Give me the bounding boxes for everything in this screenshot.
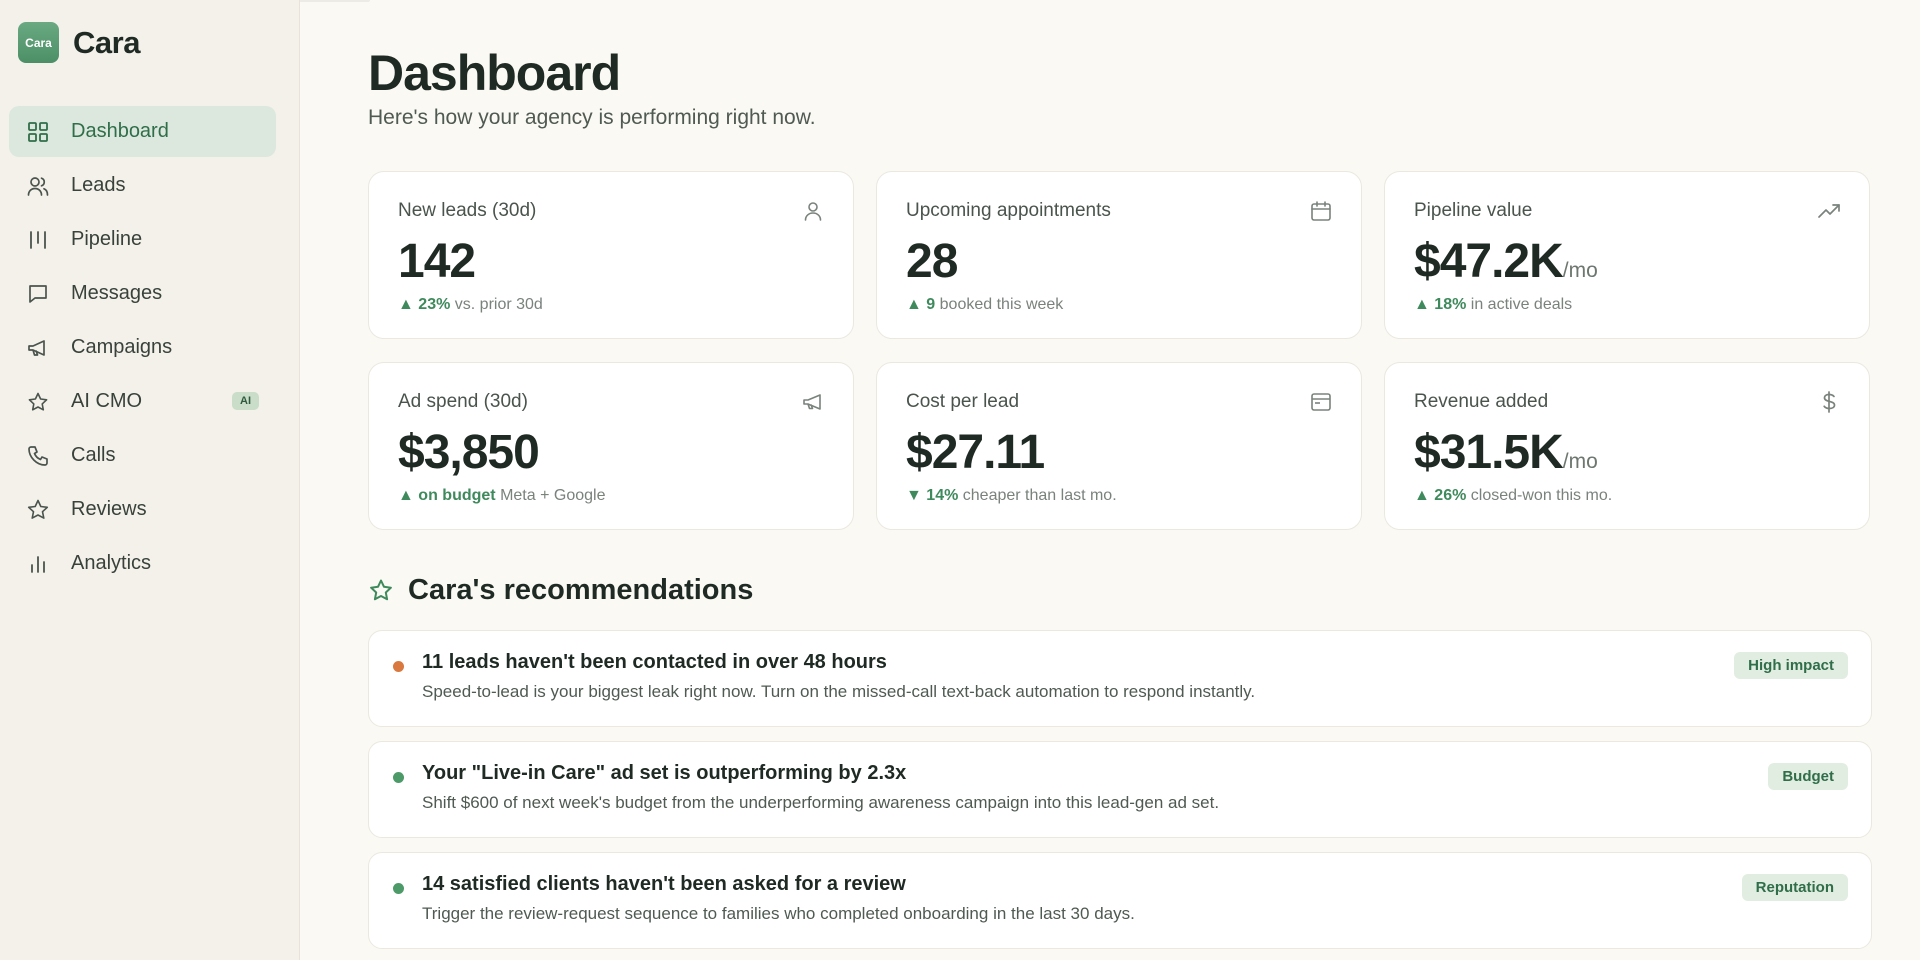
- stat-trend: ▲ 23% vs. prior 30d: [398, 296, 543, 313]
- recommendation-tag: Budget: [1768, 763, 1848, 790]
- stat-label: Revenue added: [1414, 391, 1549, 412]
- megaphone-icon: [27, 337, 49, 359]
- calendar-icon: [1309, 199, 1333, 223]
- page-subtitle: Here's how your agency is performing rig…: [368, 106, 816, 129]
- stat-label: Upcoming appointments: [906, 200, 1111, 221]
- sidebar-item-label: Calls: [71, 444, 116, 466]
- message-icon: [27, 283, 49, 305]
- sidebar-item-reviews[interactable]: Reviews: [9, 484, 276, 535]
- brand[interactable]: Cara Cara: [18, 22, 140, 63]
- bar-chart-icon: [27, 553, 49, 575]
- sidebar-item-ai-cmo[interactable]: AI CMO AI: [9, 376, 276, 427]
- user-icon: [801, 199, 825, 223]
- recommendation-card[interactable]: 11 leads haven't been contacted in over …: [368, 630, 1872, 727]
- recommendations-title: Cara's recommendations: [408, 574, 754, 606]
- sidebar-item-dashboard[interactable]: Dashboard: [9, 106, 276, 157]
- sidebar-item-campaigns[interactable]: Campaigns: [9, 322, 276, 373]
- sidebar-item-label: AI CMO: [71, 390, 143, 412]
- star-icon: [368, 578, 394, 604]
- stat-card-new-leads[interactable]: New leads (30d) 142 ▲ 23% vs. prior 30d: [368, 171, 854, 339]
- recommendation-title: 14 satisfied clients haven't been asked …: [422, 873, 906, 895]
- priority-dot: [393, 883, 404, 894]
- users-icon: [27, 175, 49, 197]
- trending-up-icon: [1817, 199, 1841, 223]
- stat-card-pipeline-value[interactable]: Pipeline value $47.2K/mo ▲ 18% in active…: [1384, 171, 1870, 339]
- stat-value: 28: [906, 235, 958, 288]
- recommendation-tag: High impact: [1734, 652, 1848, 679]
- stat-card-ad-spend[interactable]: Ad spend (30d) $3,850 ▲ on budget Meta +…: [368, 362, 854, 530]
- recommendation-body: Trigger the review-request sequence to f…: [422, 904, 1135, 923]
- megaphone-icon: [801, 390, 825, 414]
- recommendation-tag: Reputation: [1741, 874, 1848, 901]
- dollar-icon: [1817, 390, 1841, 414]
- sidebar-item-label: Campaigns: [71, 336, 173, 358]
- recommendation-body: Speed-to-lead is your biggest leak right…: [422, 682, 1256, 701]
- star-icon: [27, 391, 49, 413]
- priority-dot: [393, 661, 404, 672]
- sidebar-item-analytics[interactable]: Analytics: [9, 538, 276, 589]
- sidebar-item-label: Dashboard: [71, 120, 169, 142]
- stat-trend: ▲ on budget Meta + Google: [398, 487, 606, 504]
- page-title: Dashboard: [368, 45, 621, 101]
- sidebar-item-label: Reviews: [71, 498, 147, 520]
- stat-label: Ad spend (30d): [398, 391, 528, 412]
- sidebar-item-label: Pipeline: [71, 228, 143, 250]
- stat-card-cost-per-lead[interactable]: Cost per lead $27.11 ▼ 14% cheaper than …: [876, 362, 1362, 530]
- ai-badge: AI: [232, 392, 259, 410]
- stat-value: $3,850: [398, 426, 540, 479]
- stat-trend: ▼ 14% cheaper than last mo.: [906, 487, 1117, 504]
- sidebar-item-label: Analytics: [71, 552, 152, 574]
- recommendation-title: 11 leads haven't been contacted in over …: [422, 651, 887, 673]
- card-icon: [1309, 390, 1333, 414]
- brand-name: Cara: [73, 24, 140, 60]
- columns-icon: [27, 229, 49, 251]
- recommendation-card[interactable]: 14 satisfied clients haven't been asked …: [368, 852, 1872, 949]
- stat-trend: ▲ 18% in active deals: [1414, 296, 1573, 313]
- sidebar: Cara Cara Dashboard Leads Pipeline Messa…: [0, 0, 300, 960]
- sidebar-item-messages[interactable]: Messages: [9, 268, 276, 319]
- stat-value: $31.5K/mo: [1414, 426, 1598, 479]
- grid-icon: [27, 121, 49, 143]
- stat-card-revenue-added[interactable]: Revenue added $31.5K/mo ▲ 26% closed-won…: [1384, 362, 1870, 530]
- priority-dot: [393, 772, 404, 783]
- recommendation-card[interactable]: Your "Live-in Care" ad set is outperform…: [368, 741, 1872, 838]
- stat-value: 142: [398, 235, 476, 288]
- recommendation-title: Your "Live-in Care" ad set is outperform…: [422, 762, 907, 784]
- sidebar-item-label: Leads: [71, 174, 126, 196]
- stat-trend: ▲ 26% closed-won this mo.: [1414, 487, 1613, 504]
- recommendation-body: Shift $600 of next week's budget from th…: [422, 793, 1220, 812]
- sidebar-item-calls[interactable]: Calls: [9, 430, 276, 481]
- recommendations-header: Cara's recommendations: [368, 574, 753, 607]
- sidebar-nav: Dashboard Leads Pipeline Messages Campai…: [9, 106, 276, 592]
- brand-logo: Cara: [18, 22, 59, 63]
- stat-label: New leads (30d): [398, 200, 537, 221]
- stat-label: Pipeline value: [1414, 200, 1533, 221]
- sidebar-item-label: Messages: [71, 282, 163, 304]
- stat-card-appointments[interactable]: Upcoming appointments 28 ▲ 9 booked this…: [876, 171, 1362, 339]
- stat-value: $47.2K/mo: [1414, 235, 1598, 288]
- star-icon: [27, 499, 49, 521]
- stat-value: $27.11: [906, 426, 1045, 479]
- phone-icon: [27, 445, 49, 467]
- stat-label: Cost per lead: [906, 391, 1020, 412]
- stat-trend: ▲ 9 booked this week: [906, 296, 1064, 313]
- sidebar-item-pipeline[interactable]: Pipeline: [9, 214, 276, 265]
- sidebar-item-leads[interactable]: Leads: [9, 160, 276, 211]
